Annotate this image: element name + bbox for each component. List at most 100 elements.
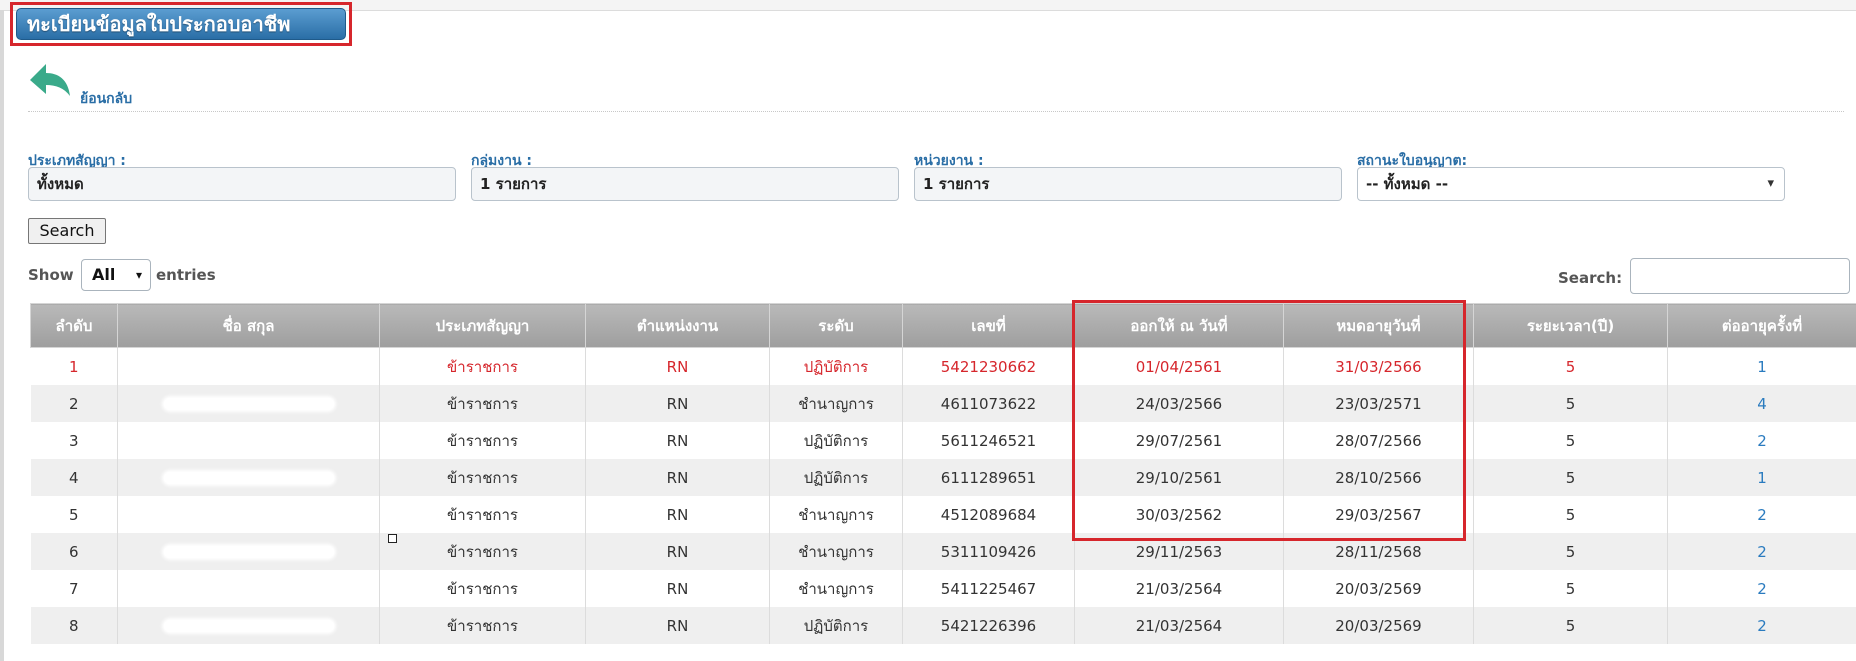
cell-expires: 28/11/2568 <box>1283 533 1474 570</box>
cell-contract: ข้าราชการ <box>379 422 586 459</box>
cell-name-redacted <box>117 496 380 533</box>
table-row[interactable]: 1 ข้าราชการ RN ปฏิบัติการ 5421230662 01/… <box>30 347 1856 385</box>
cell-issued: 21/03/2564 <box>1074 607 1284 644</box>
cell-name-redacted <box>117 570 380 607</box>
cell-renewal[interactable]: 2 <box>1667 422 1856 459</box>
cell-position: RN <box>585 607 770 644</box>
cell-name-redacted <box>117 533 380 570</box>
show-label: Show <box>28 266 74 284</box>
chevron-down-icon: ▾ <box>1767 176 1774 191</box>
cell-name-redacted <box>117 422 380 459</box>
work-group-field[interactable]: 1 รายการ <box>471 167 899 201</box>
cell-years: 5 <box>1473 385 1668 422</box>
redaction-mark <box>163 472 334 484</box>
search-button[interactable]: Search <box>28 218 106 244</box>
table-search-label: Search: <box>1558 269 1623 287</box>
back-arrow-icon[interactable] <box>28 62 72 102</box>
unit-field[interactable]: 1 รายการ <box>914 167 1342 201</box>
cell-renewal[interactable]: 2 <box>1667 533 1856 570</box>
cell-position: RN <box>585 496 770 533</box>
divider <box>28 111 1844 112</box>
cell-renewal[interactable]: 4 <box>1667 385 1856 422</box>
table-header-row: ลำดับ ชื่อ สกุล ประเภทสัญญา ตำแหน่งงาน ร… <box>30 303 1856 348</box>
cell-expires: 28/07/2566 <box>1283 422 1474 459</box>
cell-no: 2 <box>30 385 118 422</box>
contract-type-field[interactable]: ทั้งหมด <box>28 167 456 201</box>
license-status-select[interactable]: -- ทั้งหมด -- ▾ <box>1357 167 1785 201</box>
col-header-name[interactable]: ชื่อ สกุล <box>117 303 380 348</box>
cell-issued: 21/03/2564 <box>1074 570 1284 607</box>
col-header-issued[interactable]: ออกให้ ณ วันที่ <box>1074 303 1284 348</box>
cell-number: 4512089684 <box>902 496 1075 533</box>
cell-issued: 30/03/2562 <box>1074 496 1284 533</box>
cell-number: 5311109426 <box>902 533 1075 570</box>
cell-contract: ข้าราชการ <box>379 570 586 607</box>
left-border <box>0 10 4 661</box>
license-status-value: -- ทั้งหมด -- <box>1366 175 1449 193</box>
col-header-level[interactable]: ระดับ <box>769 303 903 348</box>
entries-label: entries <box>156 266 216 284</box>
col-header-position[interactable]: ตำแหน่งงาน <box>585 303 770 348</box>
table-row[interactable]: 7 ข้าราชการ RN ชำนาญการ 5411225467 21/03… <box>30 570 1856 607</box>
page-title-highlight: ทะเบียนข้อมูลใบประกอบอาชีพ <box>10 2 352 46</box>
col-header-number[interactable]: เลขที่ <box>902 303 1075 348</box>
cell-number: 5611246521 <box>902 422 1075 459</box>
table-row[interactable]: 2 ข้าราชการ RN ชำนาญการ 4611073622 24/03… <box>30 385 1856 422</box>
col-header-renewal[interactable]: ต่ออายุครั้งที่ <box>1667 303 1856 348</box>
cell-renewal[interactable]: 1 <box>1667 347 1856 385</box>
cell-years: 5 <box>1473 570 1668 607</box>
cell-expires: 20/03/2569 <box>1283 607 1474 644</box>
table-row[interactable]: 6 ข้าราชการ RN ชำนาญการ 5311109426 29/11… <box>30 533 1856 570</box>
cell-contract: ข้าราชการ <box>379 459 586 496</box>
col-header-contract[interactable]: ประเภทสัญญา <box>379 303 586 348</box>
cell-no: 6 <box>30 533 118 570</box>
table-search-input[interactable] <box>1630 258 1850 294</box>
entries-length-select[interactable]: All ▾ <box>81 259 151 291</box>
table-row[interactable]: 3 ข้าราชการ RN ปฏิบัติการ 5611246521 29/… <box>30 422 1856 459</box>
cell-contract: ข้าราชการ <box>379 533 586 570</box>
table-row[interactable]: 4 ข้าราชการ RN ปฏิบัติการ 6111289651 29/… <box>30 459 1856 496</box>
cell-expires: 28/10/2566 <box>1283 459 1474 496</box>
redaction-mark <box>163 435 334 447</box>
back-label[interactable]: ย้อนกลับ <box>80 88 132 110</box>
back-link[interactable]: ย้อนกลับ <box>28 62 148 108</box>
cell-level: ปฏิบัติการ <box>769 459 903 496</box>
cell-renewal[interactable]: 2 <box>1667 570 1856 607</box>
redaction-mark <box>163 583 334 595</box>
cell-number: 6111289651 <box>902 459 1075 496</box>
cell-position: RN <box>585 459 770 496</box>
redaction-mark <box>163 398 334 410</box>
cell-position: RN <box>585 422 770 459</box>
cell-years: 5 <box>1473 422 1668 459</box>
cell-expires: 29/03/2567 <box>1283 496 1474 533</box>
cell-renewal[interactable]: 2 <box>1667 496 1856 533</box>
cell-expires: 20/03/2569 <box>1283 570 1474 607</box>
cell-level: ปฏิบัติการ <box>769 607 903 644</box>
cell-level: ปฏิบัติการ <box>769 422 903 459</box>
cell-position: RN <box>585 347 770 385</box>
chevron-down-icon: ▾ <box>135 268 142 282</box>
entries-length-value: All <box>92 265 116 284</box>
cell-years: 5 <box>1473 496 1668 533</box>
cell-renewal[interactable]: 1 <box>1667 459 1856 496</box>
cell-name-redacted <box>117 385 380 422</box>
col-header-expires[interactable]: หมดอายุวันที่ <box>1283 303 1474 348</box>
cell-name-redacted <box>117 607 380 644</box>
cell-contract: ข้าราชการ <box>379 496 586 533</box>
cell-position: RN <box>585 570 770 607</box>
cell-issued: 24/03/2566 <box>1074 385 1284 422</box>
table-row[interactable]: 5 ข้าราชการ RN ชำนาญการ 4512089684 30/03… <box>30 496 1856 533</box>
cell-number: 5421226396 <box>902 607 1075 644</box>
col-header-no[interactable]: ลำดับ <box>30 303 118 348</box>
cell-no: 3 <box>30 422 118 459</box>
cell-renewal[interactable]: 2 <box>1667 607 1856 644</box>
cell-no: 1 <box>30 347 118 385</box>
col-header-years[interactable]: ระยะเวลา(ปี) <box>1473 303 1668 348</box>
cell-contract: ข้าราชการ <box>379 347 586 385</box>
table-row[interactable]: 8 ข้าราชการ RN ปฏิบัติการ 5421226396 21/… <box>30 607 1856 644</box>
redaction-mark <box>163 546 334 558</box>
cell-level: ชำนาญการ <box>769 385 903 422</box>
redaction-mark <box>163 620 334 632</box>
cell-name-redacted <box>117 347 380 385</box>
page-title: ทะเบียนข้อมูลใบประกอบอาชีพ <box>16 8 346 40</box>
